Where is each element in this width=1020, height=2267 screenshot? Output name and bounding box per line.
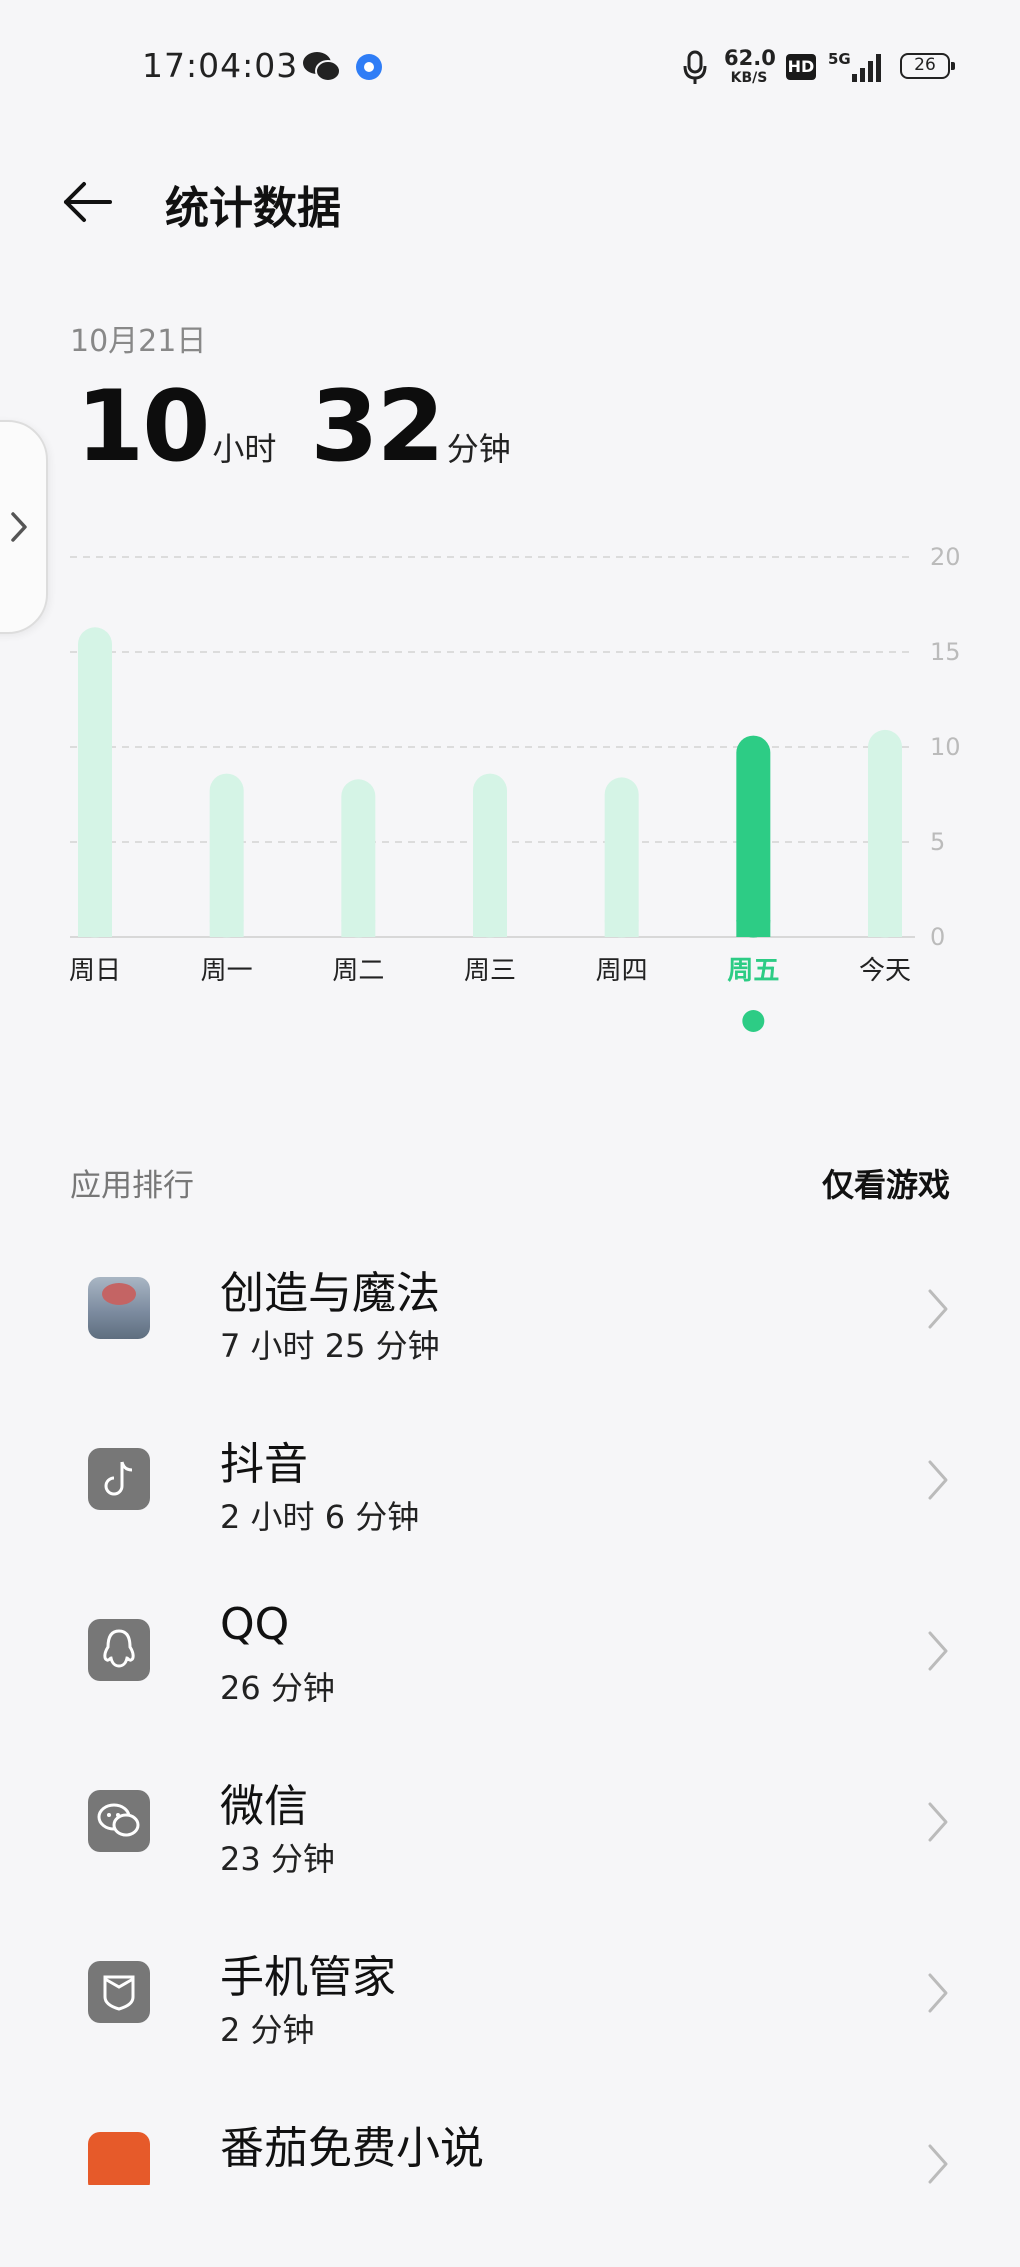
bar-base-6 xyxy=(868,920,902,937)
bar-1[interactable] xyxy=(209,773,244,938)
tiktok-icon xyxy=(88,1448,150,1510)
status-time: 17:04:03 xyxy=(142,46,299,85)
chevron-right-icon xyxy=(928,1289,948,1329)
bar-0[interactable] xyxy=(78,627,112,938)
y-tick-label: 20 xyxy=(930,543,961,571)
battery-icon: 26 xyxy=(900,53,955,79)
bar-2[interactable] xyxy=(341,779,376,938)
selected-day-indicator xyxy=(742,1010,765,1032)
bar-base-3 xyxy=(473,920,507,937)
app-duration: 7 小时 25 分钟 xyxy=(220,1327,440,1365)
minutes-unit: 分钟 xyxy=(446,430,511,468)
chevron-right-icon xyxy=(928,1631,948,1671)
selected-date: 10月21日 xyxy=(70,324,207,359)
chevron-right-icon xyxy=(928,1973,948,2013)
list-item[interactable]: 手机管家 2 分钟 xyxy=(0,1909,1020,2080)
app-duration: 26 分钟 xyxy=(220,1669,335,1707)
list-item[interactable]: 微信 23 分钟 xyxy=(0,1738,1020,1909)
bar-base-0 xyxy=(78,920,112,937)
hd-icon: HD xyxy=(786,54,816,80)
day-label[interactable]: 周四 xyxy=(596,956,648,986)
page-title: 统计数据 xyxy=(165,183,341,234)
bar-4[interactable] xyxy=(604,777,639,938)
day-label[interactable]: 周日 xyxy=(69,956,121,986)
app-duration: 23 分钟 xyxy=(220,1840,335,1878)
total-hours: 10 xyxy=(76,370,210,484)
list-item[interactable]: 创造与魔法 7 小时 25 分钟 xyxy=(0,1225,1020,1396)
chevron-right-icon xyxy=(928,2144,948,2184)
ranking-title: 应用排行 xyxy=(70,1168,194,1204)
qq-icon xyxy=(88,1619,150,1681)
y-tick-label: 15 xyxy=(930,638,961,666)
usage-chart-svg: 0 5 10 15 20 周日 周一 周二 周三 周四 周五 今天 xyxy=(69,543,961,1032)
y-tick-label: 0 xyxy=(930,923,945,951)
bar-base-2 xyxy=(341,920,376,937)
app-notification-icon xyxy=(356,54,382,80)
network-speed: 62.0 KB/S xyxy=(724,46,776,86)
day-label[interactable]: 周五 xyxy=(727,956,779,986)
games-only-filter[interactable]: 仅看游戏 xyxy=(822,1160,950,1206)
phone-manager-icon xyxy=(88,1961,150,2023)
chevron-right-icon xyxy=(928,1802,948,1842)
bar-6[interactable] xyxy=(868,729,902,938)
total-minutes: 32 xyxy=(310,370,444,484)
bar-3[interactable] xyxy=(473,773,507,938)
app-name: 番茄免费小说 xyxy=(220,2123,484,2174)
novel-icon xyxy=(88,2132,150,2185)
app-name: 抖音 xyxy=(220,1439,308,1490)
back-arrow-icon[interactable] xyxy=(60,178,116,226)
microphone-icon xyxy=(683,50,707,84)
usage-bar-chart: 0 5 10 15 20 周日 周一 周二 周三 周四 周五 今天 xyxy=(0,540,1020,1060)
bar-base-4 xyxy=(604,920,639,937)
list-item[interactable]: 番茄免费小说 xyxy=(0,2080,1020,2185)
list-item[interactable]: 抖音 2 小时 6 分钟 xyxy=(0,1396,1020,1567)
day-label[interactable]: 周三 xyxy=(464,956,516,986)
app-duration: 2 小时 6 分钟 xyxy=(220,1498,420,1536)
app-name: QQ xyxy=(220,1599,290,1650)
bar-5[interactable] xyxy=(736,735,771,938)
wechat-notification-icon xyxy=(303,52,341,82)
day-label[interactable]: 今天 xyxy=(859,956,911,986)
status-bar: 17:04:03 62.0 KB/S HD 5G 26 xyxy=(0,0,1020,130)
app-name: 微信 xyxy=(220,1781,308,1832)
app-name: 手机管家 xyxy=(220,1952,396,2003)
game-icon xyxy=(88,1277,150,1339)
day-label[interactable]: 周二 xyxy=(332,956,384,986)
chevron-right-icon xyxy=(11,512,27,542)
bar-base-5 xyxy=(736,920,771,937)
y-tick-label: 10 xyxy=(930,733,961,761)
wechat-icon xyxy=(88,1790,150,1852)
app-name: 创造与魔法 xyxy=(220,1268,440,1319)
total-usage-time: 10 小时 32 分钟 xyxy=(76,370,545,484)
signal-icon: 5G xyxy=(828,50,884,84)
bar-base-1 xyxy=(209,920,244,937)
list-item[interactable]: QQ 26 分钟 xyxy=(0,1567,1020,1738)
chevron-right-icon xyxy=(928,1460,948,1500)
day-label[interactable]: 周一 xyxy=(201,956,253,986)
app-ranking-list: 创造与魔法 7 小时 25 分钟 抖音 2 小时 6 分钟 QQ 26 分钟 微… xyxy=(0,1225,1020,2185)
app-duration: 2 分钟 xyxy=(220,2011,315,2049)
hours-unit: 小时 xyxy=(212,430,277,468)
y-tick-label: 5 xyxy=(930,828,945,856)
